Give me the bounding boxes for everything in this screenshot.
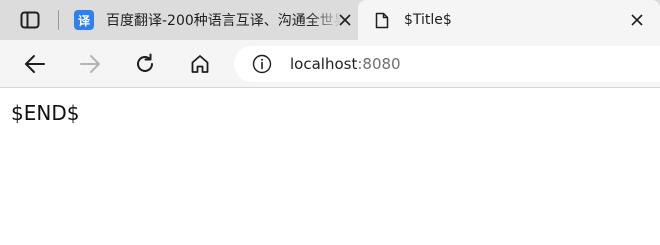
page-content: $END$: [0, 89, 660, 245]
url-text[interactable]: localhost:8080: [290, 55, 401, 73]
browser-toolbar: localhost:8080: [0, 40, 660, 88]
home-icon: [191, 55, 209, 73]
baidu-translate-favicon-icon: 译: [74, 10, 94, 30]
arrow-left-icon: [25, 55, 45, 73]
site-info-button[interactable]: [251, 53, 273, 75]
arrow-right-icon: [80, 55, 100, 73]
forward-button[interactable]: [77, 52, 103, 76]
home-button[interactable]: [187, 52, 213, 76]
address-bar[interactable]: localhost:8080: [234, 46, 660, 82]
tab-baidu-translate[interactable]: 译 百度翻译-200种语言互译、沟通全世界！: [66, 0, 356, 40]
page-document-icon: [374, 11, 390, 29]
url-host: localhost: [290, 55, 358, 73]
reload-icon: [137, 53, 153, 72]
info-icon: [252, 54, 272, 74]
tab-actions-button[interactable]: [18, 9, 42, 31]
back-button[interactable]: [22, 52, 48, 76]
tab-separator: [58, 10, 59, 30]
tab-close-button[interactable]: [334, 9, 356, 31]
tab-title: $Title$: [404, 12, 452, 28]
url-port: :8080: [357, 55, 401, 73]
tab-title: 百度翻译-200种语言互译、沟通全世界！: [106, 13, 342, 29]
tab-strip: 译 百度翻译-200种语言互译、沟通全世界！ $Title$: [0, 0, 660, 40]
tab-close-button[interactable]: [626, 9, 648, 31]
close-icon: [339, 14, 351, 26]
tab-actions-icon: [20, 11, 40, 29]
reload-button[interactable]: [132, 52, 158, 76]
page-body-text: $END$: [11, 101, 80, 125]
tab-active-title[interactable]: $Title$: [358, 0, 660, 40]
close-icon: [631, 14, 643, 26]
